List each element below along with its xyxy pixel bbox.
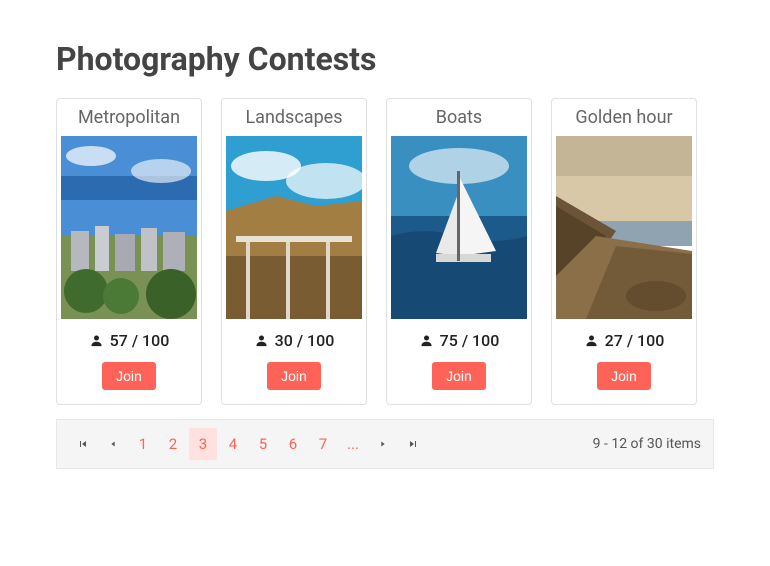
- pager-last-icon[interactable]: [399, 428, 427, 460]
- pager-page[interactable]: 6: [279, 428, 307, 460]
- join-button[interactable]: Join: [267, 362, 321, 390]
- pager: 1 2 3 4 5 6 7 ... 9 - 12 of 30 items: [56, 419, 714, 469]
- count-text: 30 / 100: [275, 331, 335, 350]
- contest-image: [226, 136, 362, 319]
- page-title: Photography Contests: [56, 40, 714, 78]
- pager-page[interactable]: 5: [249, 428, 277, 460]
- count-text: 75 / 100: [440, 331, 500, 350]
- contest-title: Metropolitan: [74, 99, 184, 136]
- contest-title: Boats: [432, 99, 486, 136]
- pager-prev-icon[interactable]: [99, 428, 127, 460]
- person-icon: [89, 333, 104, 348]
- pager-first-icon[interactable]: [69, 428, 97, 460]
- contest-card: Boats 75 / 100 Join: [386, 98, 532, 405]
- person-icon: [584, 333, 599, 348]
- contest-card: Landscapes 30 / 100 Join: [221, 98, 367, 405]
- pager-page[interactable]: 1: [129, 428, 157, 460]
- pager-buttons: 1 2 3 4 5 6 7 ...: [69, 428, 427, 460]
- contest-image: [61, 136, 197, 319]
- participant-count: 75 / 100: [419, 331, 500, 350]
- contest-card: Golden hour 27 / 100 Join: [551, 98, 697, 405]
- join-button[interactable]: Join: [432, 362, 486, 390]
- count-text: 57 / 100: [110, 331, 170, 350]
- contest-title: Landscapes: [241, 99, 346, 136]
- pager-more[interactable]: ...: [339, 428, 367, 460]
- person-icon: [254, 333, 269, 348]
- count-text: 27 / 100: [605, 331, 665, 350]
- participant-count: 30 / 100: [254, 331, 335, 350]
- contest-grid: Metropolitan 57 / 100: [56, 98, 714, 405]
- join-button[interactable]: Join: [102, 362, 156, 390]
- participant-count: 27 / 100: [584, 331, 665, 350]
- join-button[interactable]: Join: [597, 362, 651, 390]
- contest-image: [556, 136, 692, 319]
- contest-title: Golden hour: [571, 99, 676, 136]
- contest-card: Metropolitan 57 / 100: [56, 98, 202, 405]
- contest-image: [391, 136, 527, 319]
- pager-info: 9 - 12 of 30 items: [593, 436, 701, 452]
- pager-next-icon[interactable]: [369, 428, 397, 460]
- pager-page[interactable]: 3: [189, 428, 217, 460]
- pager-page[interactable]: 4: [219, 428, 247, 460]
- participant-count: 57 / 100: [89, 331, 170, 350]
- person-icon: [419, 333, 434, 348]
- pager-page[interactable]: 7: [309, 428, 337, 460]
- pager-page[interactable]: 2: [159, 428, 187, 460]
